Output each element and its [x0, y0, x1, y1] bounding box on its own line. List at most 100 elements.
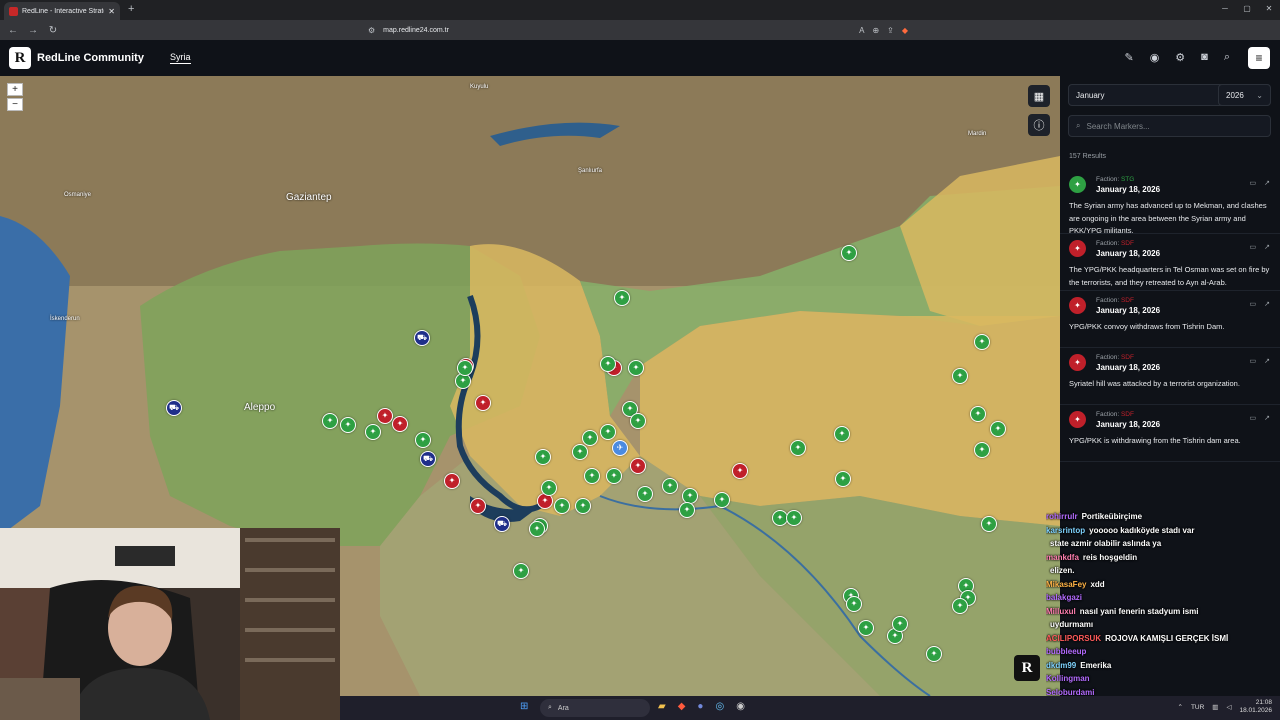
army-marker-icon[interactable]: ✦: [322, 413, 338, 429]
marker-entry[interactable]: ✦ Faction: SDF January 18, 2026 ▭ ↗ YPG/PKK c…: [1060, 291, 1280, 348]
video-icon[interactable]: ▭: [1250, 243, 1257, 251]
army-marker-icon[interactable]: ✦: [637, 486, 653, 502]
open-link-icon[interactable]: ↗: [1264, 300, 1270, 308]
army-marker-icon[interactable]: ✦: [662, 478, 678, 494]
video-icon[interactable]: ▭: [1250, 179, 1257, 187]
army-marker-icon[interactable]: ✦: [990, 421, 1006, 437]
army-marker-icon[interactable]: ✦: [415, 432, 431, 448]
army-marker-icon[interactable]: ✦: [628, 360, 644, 376]
video-icon[interactable]: ▭: [1250, 300, 1257, 308]
marker-search-input[interactable]: ⌕ Search Markers...: [1068, 115, 1271, 137]
new-tab-icon[interactable]: +: [128, 3, 134, 15]
open-link-icon[interactable]: ↗: [1264, 179, 1270, 187]
army-marker-icon[interactable]: ✦: [535, 449, 551, 465]
address-bar[interactable]: ⚙ map.redline24.com.tr A ⊕ ⇪ ◆: [368, 23, 908, 37]
army-marker-icon[interactable]: ✦: [513, 563, 529, 579]
army-marker-icon[interactable]: ✦: [584, 468, 600, 484]
sdf-marker-icon[interactable]: ✦: [475, 395, 491, 411]
brave-browser-icon[interactable]: ◆: [678, 701, 686, 712]
hamburger-menu-icon[interactable]: ≡: [1248, 47, 1270, 69]
open-link-icon[interactable]: ↗: [1264, 414, 1270, 422]
army-marker-icon[interactable]: ✦: [786, 510, 802, 526]
minimize-icon[interactable]: ─: [1214, 0, 1236, 18]
taskbar-search[interactable]: ⌕ Ara: [540, 699, 650, 717]
open-link-icon[interactable]: ↗: [1264, 357, 1270, 365]
sdf-marker-icon[interactable]: ✦: [470, 498, 486, 514]
army-marker-icon[interactable]: ✦: [575, 498, 591, 514]
army-marker-icon[interactable]: ✦: [858, 620, 874, 636]
clock[interactable]: 21:08 18.01.2026: [1239, 699, 1272, 715]
sdf-marker-icon[interactable]: ✦: [392, 416, 408, 432]
army-marker-icon[interactable]: ✦: [614, 290, 630, 306]
army-marker-icon[interactable]: ✦: [952, 368, 968, 384]
army-marker-icon[interactable]: ✦: [892, 616, 908, 632]
convoy-marker-icon[interactable]: ⛟: [414, 330, 430, 346]
army-marker-icon[interactable]: ✦: [582, 430, 598, 446]
army-marker-icon[interactable]: ✦: [554, 498, 570, 514]
army-marker-icon[interactable]: ✦: [340, 417, 356, 433]
close-tab-icon[interactable]: ✕: [108, 7, 115, 16]
zoom-out-button[interactable]: −: [7, 98, 23, 111]
army-marker-icon[interactable]: ✦: [926, 646, 942, 662]
redline-logo[interactable]: R: [9, 47, 31, 69]
site-info-icon[interactable]: ⚙: [368, 26, 375, 35]
location-pin-icon[interactable]: ◉: [1150, 51, 1160, 64]
army-marker-icon[interactable]: ✦: [600, 424, 616, 440]
marker-entry[interactable]: ✦ Faction: SDF January 18, 2026 ▭ ↗ YPG/PKK i…: [1060, 405, 1280, 462]
sdf-marker-icon[interactable]: ✦: [377, 408, 393, 424]
map-layers-icon[interactable]: ▦: [1028, 85, 1050, 107]
army-marker-icon[interactable]: ✦: [952, 598, 968, 614]
camera-icon[interactable]: ◙: [1201, 51, 1208, 64]
marker-entry[interactable]: ✦ Faction: SDF January 18, 2026 ▭ ↗ Syriatel …: [1060, 348, 1280, 405]
army-marker-icon[interactable]: ✦: [834, 426, 850, 442]
army-marker-icon[interactable]: ✦: [365, 424, 381, 440]
sdf-marker-icon[interactable]: ✦: [630, 458, 646, 474]
share-icon[interactable]: ⇪: [887, 26, 894, 35]
search-icon[interactable]: ⌕: [1224, 51, 1230, 64]
translate-icon[interactable]: A: [859, 26, 864, 35]
army-marker-icon[interactable]: ✦: [630, 413, 646, 429]
reload-icon[interactable]: ↻: [46, 25, 60, 36]
army-marker-icon[interactable]: ✦: [841, 245, 857, 261]
army-marker-icon[interactable]: ✦: [846, 596, 862, 612]
brave-shield-icon[interactable]: ◆: [902, 26, 908, 35]
army-marker-icon[interactable]: ✦: [457, 360, 473, 376]
info-icon[interactable]: ⓘ: [1028, 114, 1050, 136]
restore-icon[interactable]: ▢: [1236, 0, 1258, 18]
open-link-icon[interactable]: ↗: [1264, 243, 1270, 251]
army-marker-icon[interactable]: ✦: [981, 516, 997, 532]
army-marker-icon[interactable]: ✦: [572, 444, 588, 460]
army-marker-icon[interactable]: ✦: [970, 406, 986, 422]
tray-chevron-icon[interactable]: ⌃: [1177, 703, 1182, 711]
discord-icon[interactable]: ●: [697, 701, 703, 712]
video-icon[interactable]: ▭: [1250, 357, 1257, 365]
army-marker-icon[interactable]: ✦: [714, 492, 730, 508]
forward-icon[interactable]: →: [26, 25, 40, 36]
marker-entry[interactable]: ✦ Faction: STG January 18, 2026 ▭ ↗ The Syria…: [1060, 170, 1280, 235]
year-select[interactable]: 2026 ⌄: [1218, 84, 1271, 106]
language-indicator[interactable]: TUR: [1191, 704, 1204, 711]
file-explorer-icon[interactable]: ▰: [658, 701, 666, 712]
volume-icon[interactable]: ◁: [1226, 703, 1231, 711]
steam-icon[interactable]: ◎: [715, 701, 724, 712]
army-marker-icon[interactable]: ✦: [529, 521, 545, 537]
army-marker-icon[interactable]: ✦: [790, 440, 806, 456]
browser-tab[interactable]: RedLine - Interactive Strategic Map ✕: [4, 2, 120, 20]
draw-tool-icon[interactable]: ✎: [1124, 51, 1133, 64]
obs-icon[interactable]: ◉: [736, 701, 745, 712]
army-marker-icon[interactable]: ✦: [606, 468, 622, 484]
army-marker-icon[interactable]: ✦: [600, 356, 616, 372]
army-marker-icon[interactable]: ✦: [974, 442, 990, 458]
sdf-marker-icon[interactable]: ✦: [732, 463, 748, 479]
convoy-marker-icon[interactable]: ⛟: [166, 400, 182, 416]
zoom-icon[interactable]: ⊕: [872, 26, 879, 35]
windows-start-icon[interactable]: ⊞: [520, 701, 528, 712]
convoy-marker-icon[interactable]: ⛟: [420, 451, 436, 467]
video-icon[interactable]: ▭: [1250, 414, 1257, 422]
convoy-marker-icon[interactable]: ⛟: [494, 516, 510, 532]
close-window-icon[interactable]: ✕: [1258, 0, 1280, 18]
air-marker-icon[interactable]: ✈: [612, 440, 628, 456]
network-icon[interactable]: ▥: [1212, 703, 1218, 711]
zoom-in-button[interactable]: +: [7, 83, 23, 96]
army-marker-icon[interactable]: ✦: [974, 334, 990, 350]
